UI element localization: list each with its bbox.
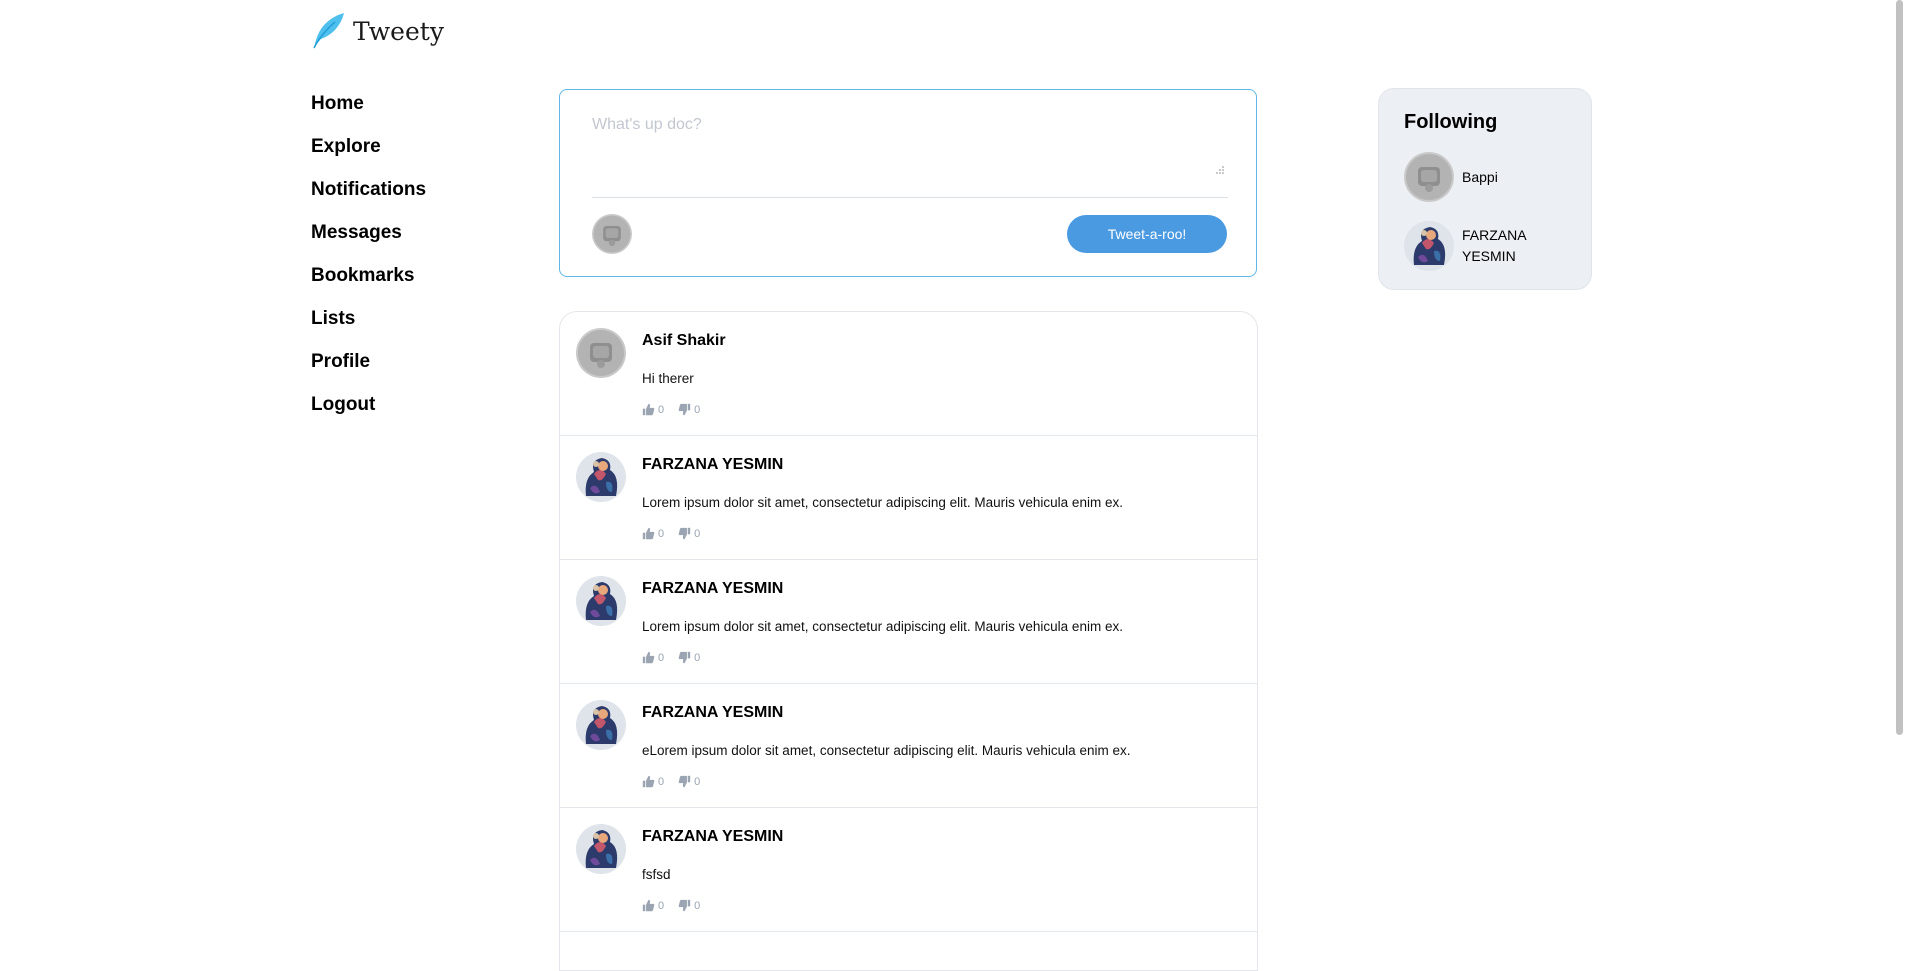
avatar[interactable] [576, 824, 626, 874]
avatar [1404, 152, 1454, 202]
scrollbar[interactable] [1891, 0, 1908, 947]
tweet-author[interactable]: FARZANA YESMIN [642, 456, 783, 474]
avatar[interactable] [576, 328, 626, 378]
divider [592, 197, 1228, 198]
nav-profile[interactable]: Profile [311, 347, 426, 390]
tweet-actions: 0 0 [642, 527, 714, 540]
dislike-button[interactable]: 0 [678, 527, 700, 540]
feather-icon [313, 13, 344, 49]
brand-name: Tweety [353, 16, 444, 46]
tweet-author[interactable]: FARZANA YESMIN [642, 828, 783, 846]
tweet-body: Hi therer [642, 371, 694, 386]
tweet-textarea[interactable]: What's up doc? [592, 116, 1228, 172]
avatar[interactable] [576, 576, 626, 626]
following-panel: Following Bappi FARZANA YESMIN [1378, 88, 1592, 290]
nav-messages[interactable]: Messages [311, 218, 426, 261]
like-button[interactable]: 0 [642, 651, 664, 664]
thumbs-down-icon [678, 899, 691, 912]
thumbs-up-icon [642, 527, 655, 540]
thumbs-down-icon [678, 403, 691, 416]
like-count: 0 [658, 403, 665, 416]
nav-bookmarks[interactable]: Bookmarks [311, 261, 426, 304]
like-button[interactable]: 0 [642, 899, 664, 912]
dislike-button[interactable]: 0 [678, 899, 700, 912]
tweet-item: Asif Shakir Hi therer 0 0 [560, 312, 1257, 436]
nav-logout[interactable]: Logout [311, 390, 426, 433]
tweet-actions: 0 0 [642, 775, 714, 788]
like-count: 0 [658, 775, 665, 788]
dislike-button[interactable]: 0 [678, 403, 700, 416]
tweet-feed: Asif Shakir Hi therer 0 0 FARZANA YESMIN… [559, 311, 1258, 971]
thumbs-up-icon [642, 899, 655, 912]
dislike-count: 0 [694, 651, 701, 664]
tweet-composer: What's up doc? Tweet-a-roo! [559, 89, 1257, 277]
thumbs-down-icon [678, 775, 691, 788]
avatar[interactable] [576, 452, 626, 502]
following-name: FARZANA YESMIN [1462, 227, 1526, 264]
nav-lists[interactable]: Lists [311, 304, 426, 347]
following-title: Following [1404, 111, 1498, 133]
tweet-body: Lorem ipsum dolor sit amet, consectetur … [642, 495, 1123, 510]
following-item[interactable]: FARZANA YESMIN [1404, 221, 1532, 271]
thumbs-up-icon [642, 775, 655, 788]
tweet-actions: 0 0 [642, 651, 714, 664]
like-count: 0 [658, 527, 665, 540]
nav-explore[interactable]: Explore [311, 132, 426, 175]
dislike-button[interactable]: 0 [678, 775, 700, 788]
tweet-actions: 0 0 [642, 403, 714, 416]
like-button[interactable]: 0 [642, 527, 664, 540]
like-count: 0 [658, 899, 665, 912]
dislike-count: 0 [694, 775, 701, 788]
dislike-count: 0 [694, 899, 701, 912]
following-item[interactable]: Bappi [1404, 152, 1532, 202]
nav-home[interactable]: Home [311, 89, 426, 132]
scrollbar-thumb[interactable] [1896, 0, 1903, 735]
tweet-body: eLorem ipsum dolor sit amet, consectetur… [642, 743, 1131, 758]
like-count: 0 [658, 651, 665, 664]
tweet-actions: 0 0 [642, 899, 714, 912]
tweet-author[interactable]: FARZANA YESMIN [642, 580, 783, 598]
dislike-button[interactable]: 0 [678, 651, 700, 664]
tweet-body: Lorem ipsum dolor sit amet, consectetur … [642, 619, 1123, 634]
following-name: Bappi [1462, 168, 1498, 185]
thumbs-down-icon [678, 651, 691, 664]
dislike-count: 0 [694, 527, 701, 540]
nav-notifications[interactable]: Notifications [311, 175, 426, 218]
like-button[interactable]: 0 [642, 403, 664, 416]
tweet-author[interactable]: FARZANA YESMIN [642, 704, 783, 722]
tweet-item: FARZANA YESMIN Lorem ipsum dolor sit ame… [560, 436, 1257, 560]
tweet-item: FARZANA YESMIN Lorem ipsum dolor sit ame… [560, 560, 1257, 684]
main-nav: Home Explore Notifications Messages Book… [311, 89, 426, 433]
dislike-count: 0 [694, 403, 701, 416]
resize-grip-icon[interactable] [1214, 166, 1224, 174]
tweet-body: fsfsd [642, 867, 671, 882]
thumbs-up-icon [642, 651, 655, 664]
logo[interactable]: Tweety [311, 12, 444, 50]
thumbs-down-icon [678, 527, 691, 540]
thumbs-up-icon [642, 403, 655, 416]
avatar[interactable] [576, 700, 626, 750]
tweet-item: FARZANA YESMIN fsfsd 0 0 [560, 808, 1257, 932]
avatar [592, 214, 632, 254]
tweet-item: FARZANA YESMIN eLorem ipsum dolor sit am… [560, 684, 1257, 808]
avatar [1404, 221, 1454, 271]
like-button[interactable]: 0 [642, 775, 664, 788]
tweet-button[interactable]: Tweet-a-roo! [1067, 215, 1227, 253]
tweet-author[interactable]: Asif Shakir [642, 332, 726, 350]
